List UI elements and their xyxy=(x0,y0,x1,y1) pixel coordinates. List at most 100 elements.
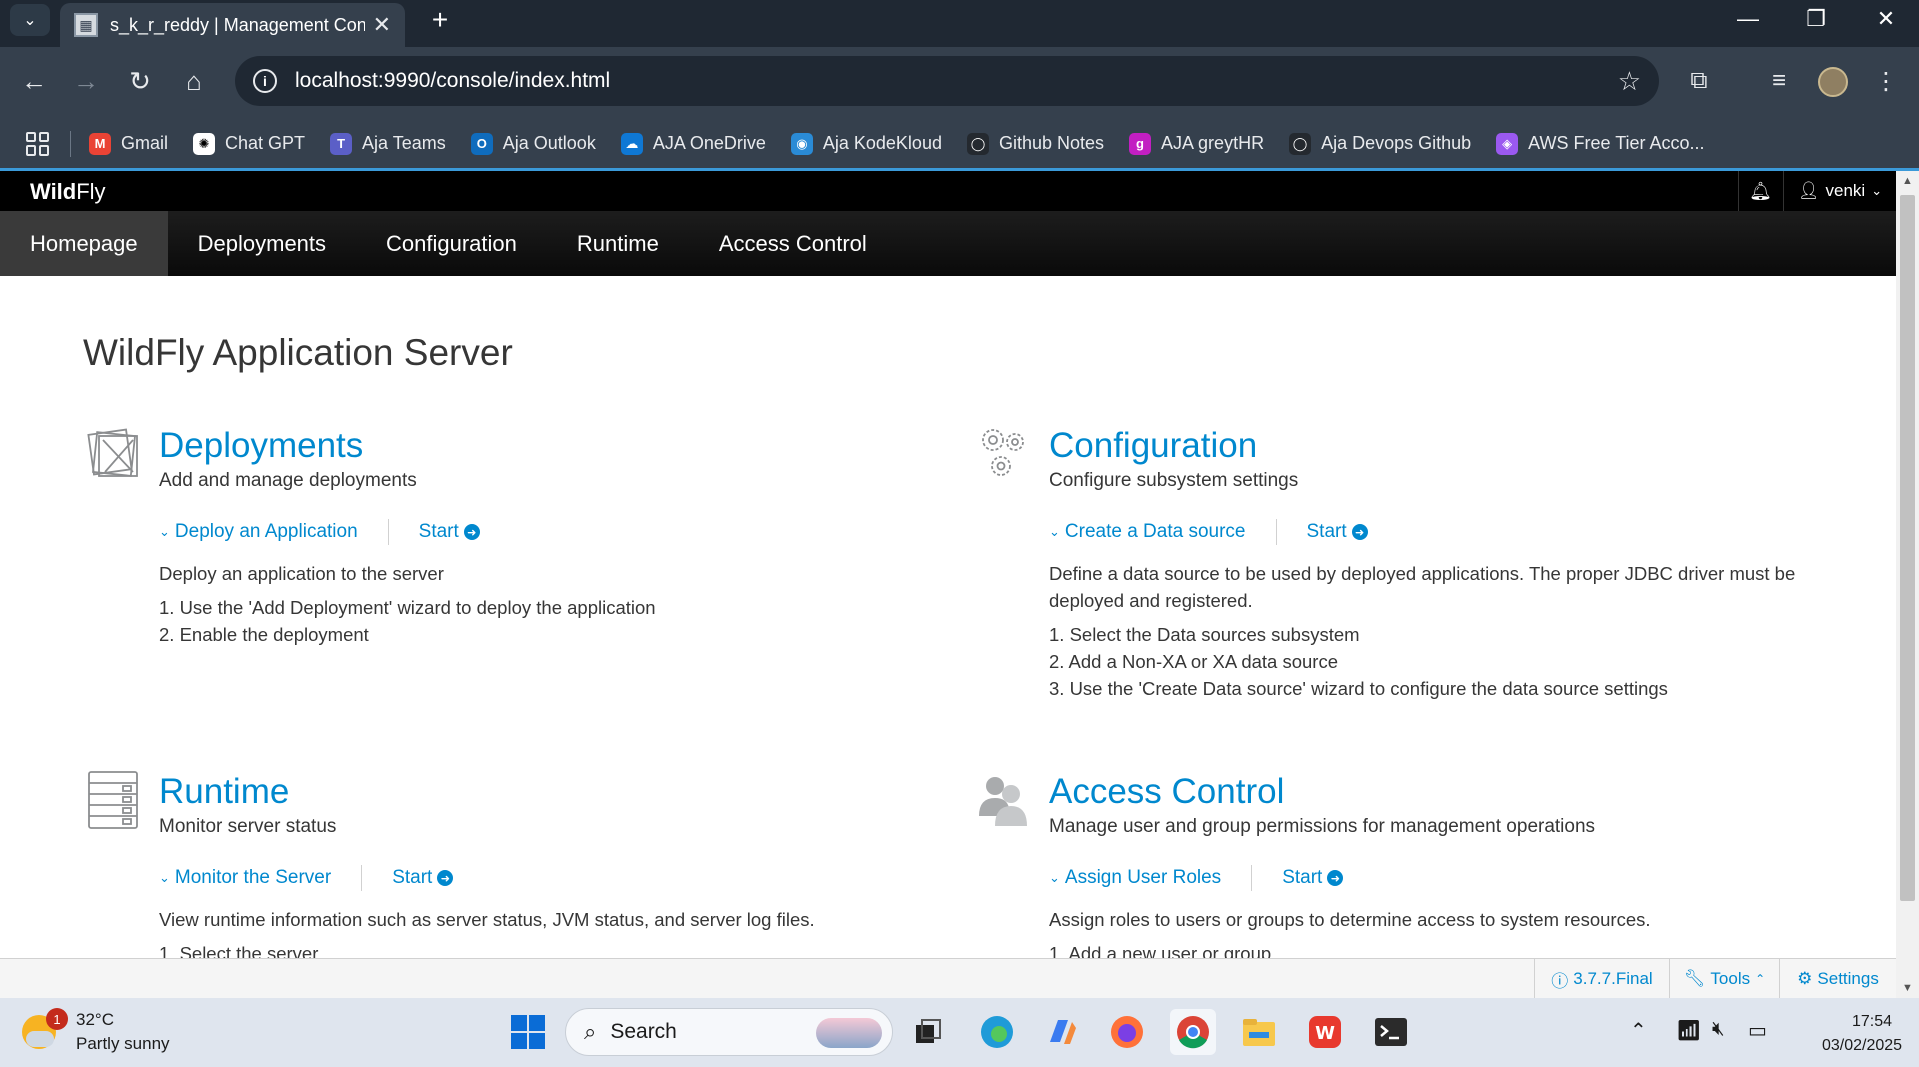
assign-roles-link[interactable]: Assign User Roles xyxy=(1065,867,1221,889)
tools-menu[interactable]: 🔧︎ Tools ⌃ xyxy=(1669,959,1779,999)
nav-tab-configuration[interactable]: Configuration xyxy=(356,211,547,276)
clock-date: 03/02/2025 xyxy=(1822,1037,1903,1054)
system-clock[interactable]: 17:54 03/02/2025 xyxy=(1822,1010,1903,1058)
browser-menu-button[interactable]: ⋮ xyxy=(1864,59,1908,103)
homepage-content: WildFly Application Server Deployments A… xyxy=(0,276,1896,958)
deployments-intro: Deploy an application to the server xyxy=(159,563,444,584)
apps-grid-icon[interactable] xyxy=(26,131,50,156)
back-button[interactable]: ← xyxy=(12,59,56,103)
scroll-thumb[interactable] xyxy=(1900,195,1915,901)
configuration-title[interactable]: Configuration xyxy=(1049,426,1257,466)
terminal-icon xyxy=(1375,1018,1407,1046)
restore-button[interactable]: ❐ xyxy=(1786,0,1846,38)
profile-avatar[interactable] xyxy=(1818,67,1848,97)
version-link[interactable]: ⓘ 3.7.7.Final xyxy=(1534,959,1669,999)
arrow-circle-right-icon[interactable]: ➜ xyxy=(437,870,454,886)
deployments-start-link[interactable]: Start xyxy=(419,521,459,543)
chrome-app[interactable] xyxy=(1170,1009,1216,1055)
create-datasource-link[interactable]: Create a Data source xyxy=(1065,521,1246,543)
file-explorer-app[interactable] xyxy=(1236,1009,1282,1055)
bookmark-item[interactable]: ✺ Chat GPT xyxy=(193,132,305,155)
terminal-app[interactable] xyxy=(1368,1009,1414,1055)
browser-toolbar: ← → ↻ ⌂ i localhost:9990/console/index.h… xyxy=(0,47,1919,119)
forward-button[interactable]: → xyxy=(64,59,108,103)
user-icon: 👤︎ xyxy=(1797,181,1820,200)
deploy-application-link[interactable]: Deploy an Application xyxy=(175,521,358,543)
minimize-button[interactable]: — xyxy=(1718,0,1778,38)
reload-button[interactable]: ↻ xyxy=(118,59,162,103)
bookmark-item[interactable]: O Aja Outlook xyxy=(470,132,596,155)
media-control-button[interactable]: ≡ xyxy=(1757,59,1801,103)
configuration-links: ⌄ Create a Data source Start ➜ xyxy=(1049,519,1368,545)
bookmark-label: AJA greytHR xyxy=(1161,133,1265,153)
link-separator xyxy=(361,865,363,891)
bookmark-label: AJA OneDrive xyxy=(652,133,766,153)
settings-link[interactable]: ⚙︎ Settings xyxy=(1779,959,1896,999)
copilot-app[interactable] xyxy=(1039,1009,1085,1055)
access-control-intro: Assign roles to users or groups to deter… xyxy=(1049,909,1651,930)
nav-tab-deployments[interactable]: Deployments xyxy=(168,211,356,276)
bookmark-list: M Gmail ✺ Chat GPT T Aja Teams O Aja Outlook ☁ AJ… xyxy=(89,132,1730,155)
scroll-down-arrow-icon[interactable]: ▼ xyxy=(1896,978,1919,998)
wifi-icon[interactable]: 📶︎ xyxy=(1676,1018,1701,1043)
gears-icon: ⚙︎ xyxy=(1797,969,1813,988)
show-hidden-icons-button[interactable]: ⌃ xyxy=(1630,1018,1647,1043)
new-tab-button[interactable]: + xyxy=(425,4,455,36)
volume-muted-icon[interactable]: 🔇︎ xyxy=(1712,1018,1725,1041)
chevron-down-icon: ⌄ xyxy=(159,524,170,539)
tab-search-button[interactable]: ⌄ xyxy=(10,4,50,36)
browser-tabstrip: ⌄ ▦ s_k_r_reddy | Management Con ✕ + — ❐… xyxy=(0,0,1919,47)
bookmark-item[interactable]: ◈ AWS Free Tier Acco... xyxy=(1496,132,1705,155)
arrow-circle-right-icon[interactable]: ➜ xyxy=(463,524,480,540)
puzzle-icon: ⧉ xyxy=(1690,67,1708,94)
site-info-icon[interactable]: i xyxy=(253,69,277,93)
bookmark-item[interactable]: ◉ Aja KodeKloud xyxy=(790,132,942,155)
access-control-step: 1. Add a new user or group xyxy=(1049,943,1272,958)
bookmark-item[interactable]: T Aja Teams xyxy=(330,132,446,155)
arrow-circle-right-icon[interactable]: ➜ xyxy=(1351,524,1368,540)
bookmark-item[interactable]: ◯ Aja Devops Github xyxy=(1289,132,1471,155)
access-control-title[interactable]: Access Control xyxy=(1049,772,1284,812)
start-button[interactable] xyxy=(505,1009,551,1055)
task-view-button[interactable] xyxy=(905,1009,951,1055)
access-control-start-link[interactable]: Start xyxy=(1282,867,1322,889)
user-menu[interactable]: 👤︎ venki ⌄ xyxy=(1783,171,1896,211)
browser-tab-active[interactable]: ▦ s_k_r_reddy | Management Con ✕ xyxy=(60,3,405,47)
nav-tab-homepage[interactable]: Homepage xyxy=(0,211,168,276)
link-separator xyxy=(1251,865,1253,891)
close-window-button[interactable]: ✕ xyxy=(1856,0,1916,38)
scroll-up-arrow-icon[interactable]: ▲ xyxy=(1896,171,1919,191)
battery-icon[interactable]: ▭ xyxy=(1748,1018,1767,1043)
bookmark-item[interactable]: g AJA greytHR xyxy=(1129,132,1265,155)
weather-widget[interactable]: 1 32°C Partly sunny xyxy=(22,1008,170,1056)
close-tab-icon[interactable]: ✕ xyxy=(373,12,391,38)
bookmark-item[interactable]: ☁ AJA OneDrive xyxy=(620,132,766,155)
bookmark-item[interactable]: M Gmail xyxy=(89,132,168,155)
console-footer: ⓘ 3.7.7.Final 🔧︎ Tools ⌃ ⚙︎ Settings xyxy=(0,958,1896,999)
arrow-circle-right-icon[interactable]: ➜ xyxy=(1327,870,1344,886)
nav-tab-access-control[interactable]: Access Control xyxy=(689,211,897,276)
wps-office-app[interactable]: W xyxy=(1302,1009,1348,1055)
monitor-server-link[interactable]: Monitor the Server xyxy=(175,867,331,889)
runtime-start-link[interactable]: Start xyxy=(392,867,432,889)
url-text[interactable]: localhost:9990/console/index.html xyxy=(295,69,1618,93)
chrome-icon xyxy=(1177,1016,1209,1049)
extensions-button[interactable]: ⧉ xyxy=(1677,59,1721,103)
deployments-title[interactable]: Deployments xyxy=(159,426,363,466)
page-scrollbar[interactable]: ▲ ▼ xyxy=(1896,171,1919,998)
nav-tab-runtime[interactable]: Runtime xyxy=(547,211,689,276)
address-bar[interactable]: i localhost:9990/console/index.html ☆ xyxy=(235,56,1659,106)
taskbar-search[interactable]: ⌕ Search xyxy=(565,1008,893,1056)
github-icon: ◯ xyxy=(966,132,989,155)
chevron-down-icon: ⌄ xyxy=(159,870,170,885)
wildfly-logo[interactable]: WildFly xyxy=(30,179,106,205)
configuration-intro: Define a data source to be used by deplo… xyxy=(1049,563,1796,611)
edge-app[interactable] xyxy=(974,1009,1020,1055)
bookmark-item[interactable]: ◯ Github Notes xyxy=(966,132,1104,155)
notifications-button[interactable]: 🔔︎ xyxy=(1738,171,1782,211)
runtime-title[interactable]: Runtime xyxy=(159,772,289,812)
home-button[interactable]: ⌂ xyxy=(172,59,216,103)
bookmark-star-icon[interactable]: ☆ xyxy=(1618,66,1641,97)
firefox-app[interactable] xyxy=(1104,1009,1150,1055)
configuration-start-link[interactable]: Start xyxy=(1307,521,1347,543)
